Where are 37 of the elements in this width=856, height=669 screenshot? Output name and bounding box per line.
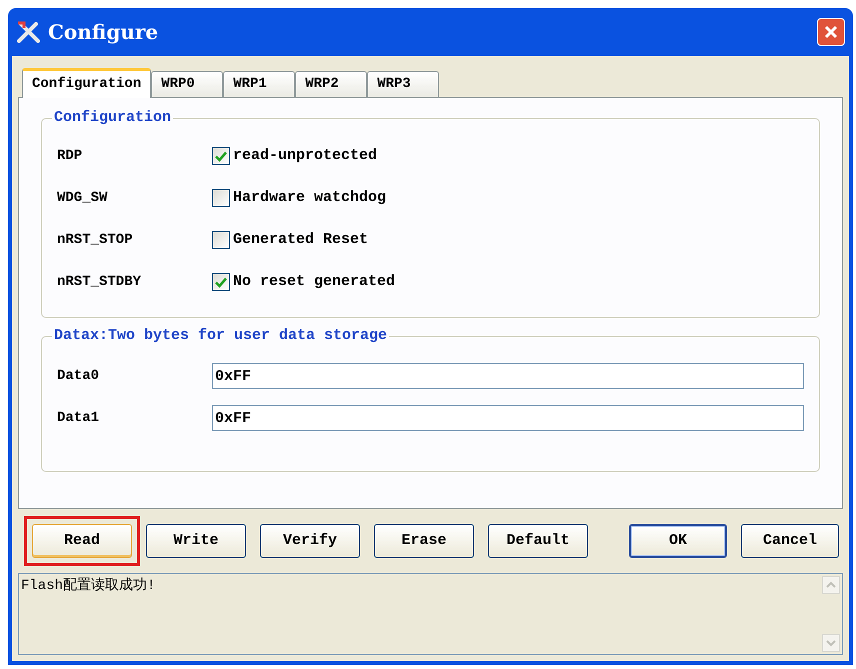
field-label: Data0 (57, 366, 100, 386)
option-label: WDG_SW (57, 188, 108, 208)
option-label: RDP (57, 146, 84, 166)
checkbox-label: No reset generated (233, 272, 396, 292)
checkbox-label: Generated Reset (233, 230, 368, 250)
tab[interactable]: WRP2 (295, 71, 368, 97)
tab[interactable]: WRP0 (151, 71, 224, 97)
close-icon (823, 24, 839, 40)
dialog-button[interactable]: Erase (374, 524, 474, 558)
input-field[interactable]: 0xFF (212, 405, 804, 431)
dialog-button[interactable]: Verify (260, 524, 360, 558)
tools-icon (16, 20, 42, 44)
option-label: nRST_STDBY (57, 272, 142, 292)
tab[interactable]: WRP1 (223, 71, 296, 97)
dialog-button[interactable]: Default (488, 524, 588, 558)
checkbox-label: read-unprotected (233, 146, 378, 166)
dialog-button[interactable]: Read (32, 524, 132, 558)
group-title: Datax:Two bytes for user data storage (52, 327, 390, 345)
checkmark-icon (215, 276, 227, 288)
checkbox[interactable] (212, 231, 230, 249)
checkmark-icon (215, 150, 227, 162)
checkbox[interactable] (212, 189, 230, 207)
dialog-button[interactable]: OK (629, 524, 727, 558)
input-field[interactable]: 0xFF (212, 363, 804, 389)
checkbox[interactable] (212, 147, 230, 165)
field-label: Data1 (57, 408, 100, 428)
dialog-button[interactable]: Write (146, 524, 246, 558)
checkbox[interactable] (212, 273, 230, 291)
checkbox-label: Hardware watchdog (233, 188, 386, 208)
tab[interactable]: WRP3 (367, 71, 440, 97)
tab[interactable]: Configuration (22, 68, 152, 98)
close-button[interactable] (817, 18, 845, 46)
status-message: Flash配置读取成功! (20, 576, 156, 596)
dialog-button[interactable]: Cancel (741, 524, 839, 558)
window-title: Configure (48, 19, 158, 46)
group-title: Configuration (52, 109, 174, 127)
option-label: nRST_STOP (57, 230, 134, 250)
